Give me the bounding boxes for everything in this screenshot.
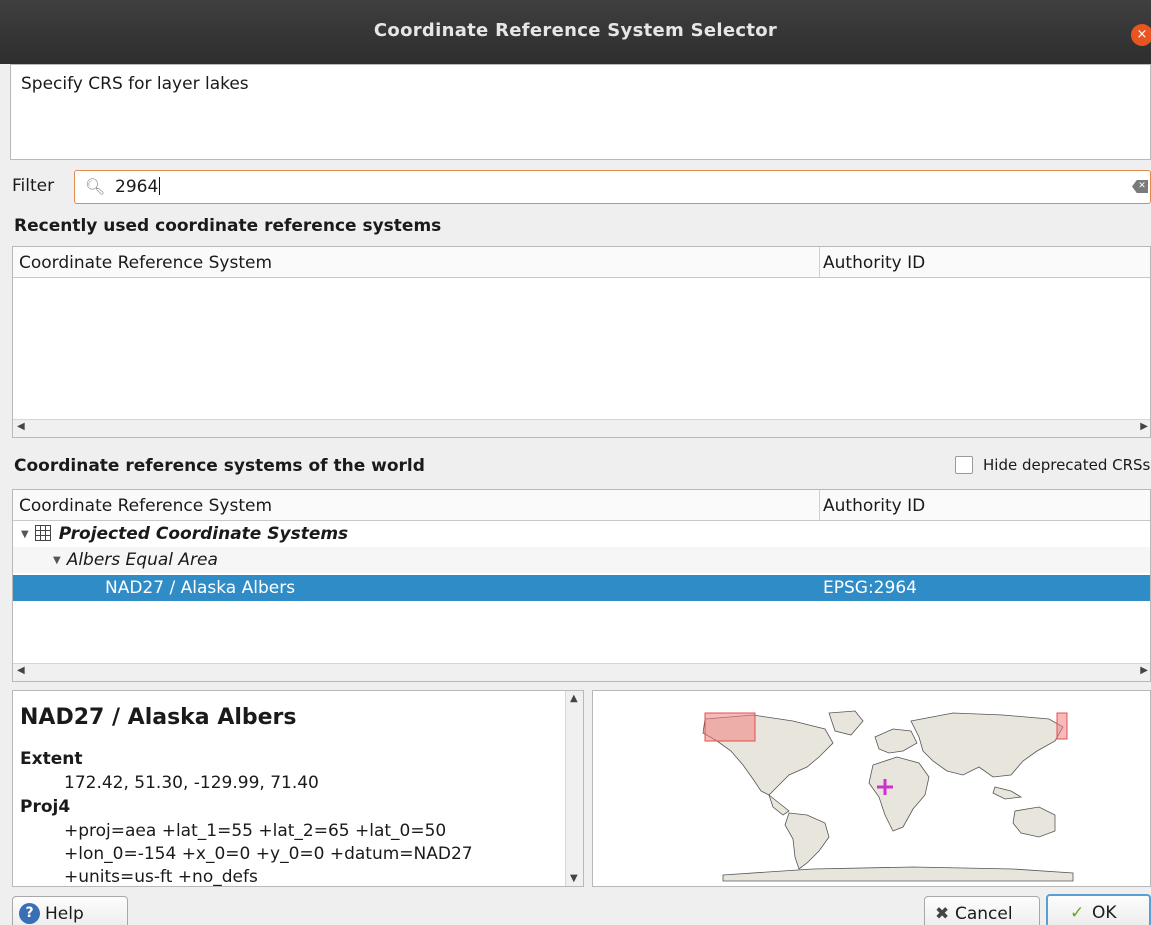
recent-crs-table[interactable]: Coordinate Reference System Authority ID… [12,246,1151,438]
scroll-down-icon[interactable]: ▼ [570,873,578,884]
close-button[interactable]: × [1131,24,1151,46]
extent-value: 172.42, 51.30, -129.99, 71.40 [64,773,319,793]
recent-section-title: Recently used coordinate reference syste… [14,216,442,236]
checkbox-box[interactable] [955,456,973,474]
africa-shape [868,756,930,832]
ok-label: OK [1092,903,1117,923]
expand-arrow-icon[interactable]: ▼ [53,555,61,566]
recent-table-header: Coordinate Reference System Authority ID [13,247,1150,278]
world-col-crs[interactable]: Coordinate Reference System [19,496,272,516]
group-label: Projected Coordinate Systems [58,524,349,544]
search-icon: 🔍︎ [85,177,106,196]
help-button[interactable]: ? Help [12,896,128,925]
south-america-shape [784,812,830,870]
world-crs-table[interactable]: Coordinate Reference System Authority ID… [12,489,1151,682]
selected-crs-authority: EPSG:2964 [823,578,917,598]
expand-arrow-icon[interactable]: ▼ [21,529,29,540]
greenland-shape [828,710,864,736]
extent-label: Extent [20,749,83,769]
australia-shape [1012,806,1056,838]
column-separator [819,247,820,278]
scroll-right-icon[interactable]: ▶ [1140,421,1148,432]
window-title: Coordinate Reference System Selector [373,20,778,41]
details-heading: NAD27 / Alaska Albers [20,705,297,730]
scroll-left-icon[interactable]: ◀ [17,421,25,432]
crs-extent-map [592,690,1151,887]
subgroup-label: Albers Equal Area [66,550,218,570]
world-col-authority[interactable]: Authority ID [823,496,925,516]
cancel-icon: ✖ [935,904,950,924]
proj4-label: Proj4 [20,797,71,817]
filter-label: Filter [12,176,55,196]
message-box: Specify CRS for layer lakes [10,64,1151,160]
continents [702,710,1074,882]
ok-button[interactable]: ✓ OK [1046,894,1151,925]
scroll-up-icon[interactable]: ▲ [570,693,578,704]
hide-deprecated-label[interactable]: Hide deprecated CRSs [983,456,1150,474]
clear-icon[interactable]: ✕ [1132,180,1148,193]
grid-icon [34,525,51,541]
world-map-preview [702,710,1074,882]
europe-shape [874,728,918,754]
world-section-title: Coordinate reference systems of the worl… [14,456,425,476]
scroll-left-icon[interactable]: ◀ [17,665,25,676]
selected-crs-name: NAD27 / Alaska Albers [105,578,296,598]
proj4-line-3: +units=us-ft +no_defs [64,867,258,887]
column-separator [819,490,820,521]
indonesia-shape [992,786,1023,800]
cancel-button[interactable]: ✖ Cancel [924,896,1040,925]
crs-details-panel: NAD27 / Alaska Albers Extent 172.42, 51.… [12,690,584,887]
help-label: Help [45,904,84,924]
tree-row-selected-crs[interactable]: NAD27 / Alaska Albers EPSG:2964 [13,575,1150,601]
message-text: Specify CRS for layer lakes [21,74,249,94]
extent-highlight-west [704,712,756,742]
filter-value: 2964 [115,177,159,197]
proj4-line-1: +proj=aea +lat_1=55 +lat_2=65 +lat_0=50 [64,821,447,841]
asia-shape [910,712,1064,778]
world-horizontal-scrollbar[interactable]: ◀ ▶ [13,663,1150,681]
world-table-header: Coordinate Reference System Authority ID [13,490,1150,521]
antarctica-shape [722,866,1074,882]
tree-row-group[interactable]: ▼ Projected Coordinate Systems [13,521,1150,547]
extent-highlight-east [1056,712,1068,740]
proj4-line-2: +lon_0=-154 +x_0=0 +y_0=0 +datum=NAD27 [64,844,473,864]
title-bar: Coordinate Reference System Selector × [0,0,1151,64]
details-vertical-scrollbar[interactable]: ▲ ▼ [565,691,583,886]
recent-horizontal-scrollbar[interactable]: ◀ ▶ [13,419,1150,437]
recent-col-authority[interactable]: Authority ID [823,253,925,273]
help-icon: ? [19,903,40,924]
filter-input[interactable]: 🔍︎ 2964 ✕ [74,170,1151,204]
central-america-shape [768,793,790,816]
recent-col-crs[interactable]: Coordinate Reference System [19,253,272,273]
checkmark-icon: ✓ [1070,903,1085,923]
cancel-label: Cancel [955,904,1013,924]
tree-row-subgroup[interactable]: ▼ Albers Equal Area [13,547,1150,573]
scroll-right-icon[interactable]: ▶ [1140,665,1148,676]
text-caret [159,177,161,195]
